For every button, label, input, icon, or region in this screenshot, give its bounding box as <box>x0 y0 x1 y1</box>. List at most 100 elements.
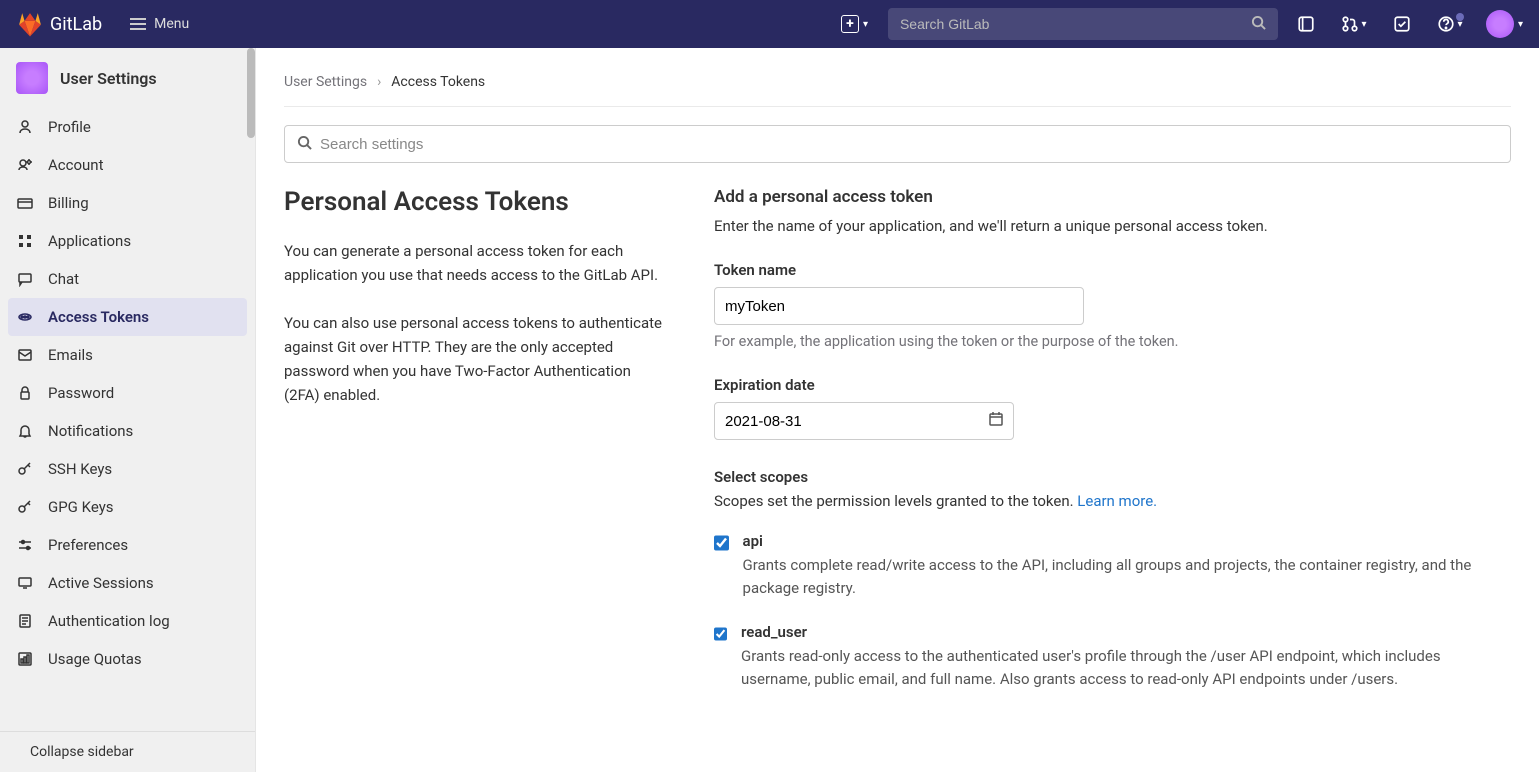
breadcrumb: User Settings › Access Tokens <box>284 68 1511 107</box>
page-intro-p2: You can also use personal access tokens … <box>284 311 664 407</box>
scope-checkbox-api[interactable] <box>714 535 729 551</box>
nav-label: GPG Keys <box>48 498 114 516</box>
key-icon <box>16 499 34 515</box>
sidebar: User Settings Profile Account Billing Ap… <box>0 48 256 772</box>
global-search-input[interactable] <box>900 16 1251 32</box>
todos-icon[interactable] <box>1382 15 1422 33</box>
profile-icon <box>16 119 34 135</box>
sidebar-header[interactable]: User Settings <box>0 48 255 108</box>
breadcrumb-current: Access Tokens <box>391 74 485 90</box>
sidebar-item-emails[interactable]: Emails <box>0 336 255 374</box>
token-name-label: Token name <box>714 261 1511 279</box>
nav-label: Authentication log <box>48 612 170 630</box>
plus-icon: + <box>841 15 859 33</box>
calendar-icon[interactable] <box>988 411 1004 431</box>
nav-label: Profile <box>48 118 91 136</box>
sidebar-item-gpg-keys[interactable]: GPG Keys <box>0 488 255 526</box>
monitor-icon <box>16 575 34 591</box>
nav-label: Emails <box>48 346 93 364</box>
sidebar-item-profile[interactable]: Profile <box>0 108 255 146</box>
settings-search-input[interactable] <box>320 136 1498 153</box>
create-new-button[interactable]: + ▾ <box>837 11 872 37</box>
nav-label: Preferences <box>48 536 128 554</box>
scope-row-read-user: read_user Grants read-only access to the… <box>714 623 1511 692</box>
chevron-right-icon: › <box>377 74 381 90</box>
chevron-down-icon: ▾ <box>863 19 868 30</box>
menu-button[interactable]: Menu <box>130 16 189 32</box>
lock-icon <box>16 385 34 401</box>
quota-icon <box>16 651 34 667</box>
chevron-down-icon: ▾ <box>1518 19 1523 30</box>
search-icon <box>297 135 312 154</box>
user-avatar <box>1486 10 1514 38</box>
expiration-date-input[interactable] <box>714 402 1014 440</box>
token-icon <box>16 309 34 325</box>
sidebar-item-usage-quotas[interactable]: Usage Quotas <box>0 640 255 678</box>
scope-row-api: api Grants complete read/write access to… <box>714 532 1511 601</box>
sidebar-item-password[interactable]: Password <box>0 374 255 412</box>
nav-label: Chat <box>48 270 79 288</box>
scope-desc: Grants read-only access to the authentic… <box>741 645 1511 692</box>
sidebar-item-preferences[interactable]: Preferences <box>0 526 255 564</box>
scope-name: read_user <box>741 623 1511 641</box>
scopes-desc: Scopes set the permission levels granted… <box>714 492 1511 510</box>
token-form: Add a personal access token Enter the na… <box>714 187 1511 691</box>
nav-label: Access Tokens <box>48 308 149 326</box>
settings-search[interactable] <box>284 125 1511 163</box>
account-icon <box>16 157 34 173</box>
nav-label: Notifications <box>48 422 133 440</box>
sidebar-item-billing[interactable]: Billing <box>0 184 255 222</box>
scopes-title: Select scopes <box>714 468 1511 486</box>
sidebar-item-applications[interactable]: Applications <box>0 222 255 260</box>
page-intro-p1: You can generate a personal access token… <box>284 239 664 287</box>
nav-label: Applications <box>48 232 131 250</box>
breadcrumb-root[interactable]: User Settings <box>284 74 367 90</box>
help-icon[interactable]: ▾ <box>1430 15 1470 33</box>
sidebar-item-chat[interactable]: Chat <box>0 260 255 298</box>
nav-label: Billing <box>48 194 89 212</box>
global-search[interactable] <box>888 8 1278 40</box>
notification-dot <box>1456 13 1464 21</box>
issues-nav-icon[interactable] <box>1286 15 1326 33</box>
token-name-help: For example, the application using the t… <box>714 333 1511 350</box>
user-menu[interactable]: ▾ <box>1486 10 1523 38</box>
nav-label: Active Sessions <box>48 574 154 592</box>
nav-label: Password <box>48 384 114 402</box>
scrollbar-thumb[interactable] <box>247 48 255 138</box>
nav-label: Usage Quotas <box>48 650 142 668</box>
merge-requests-icon[interactable]: ▾ <box>1334 15 1374 33</box>
hamburger-icon <box>130 18 146 30</box>
sidebar-item-active-sessions[interactable]: Active Sessions <box>0 564 255 602</box>
bell-icon <box>16 423 34 439</box>
scope-desc: Grants complete read/write access to the… <box>743 554 1511 601</box>
sidebar-item-notifications[interactable]: Notifications <box>0 412 255 450</box>
search-icon <box>1251 15 1266 34</box>
expiration-label: Expiration date <box>714 376 1511 394</box>
email-icon <box>16 347 34 363</box>
collapse-label: Collapse sidebar <box>30 744 134 760</box>
menu-label: Menu <box>154 16 189 32</box>
main-content: User Settings › Access Tokens Personal A… <box>256 48 1539 772</box>
scope-checkbox-read-user[interactable] <box>714 626 727 642</box>
gitlab-logo[interactable]: GitLab <box>16 10 102 38</box>
learn-more-link[interactable]: Learn more. <box>1077 492 1157 510</box>
log-icon <box>16 613 34 629</box>
token-name-input[interactable] <box>714 287 1084 325</box>
form-title: Add a personal access token <box>714 187 1511 207</box>
page-heading: Personal Access Tokens <box>284 187 664 217</box>
sidebar-item-ssh-keys[interactable]: SSH Keys <box>0 450 255 488</box>
sidebar-item-access-tokens[interactable]: Access Tokens <box>8 298 247 336</box>
sidebar-title: User Settings <box>60 69 157 88</box>
collapse-sidebar-button[interactable]: Collapse sidebar <box>0 731 255 772</box>
billing-icon <box>16 195 34 211</box>
sidebar-item-auth-log[interactable]: Authentication log <box>0 602 255 640</box>
sidebar-item-account[interactable]: Account <box>0 146 255 184</box>
scope-name: api <box>743 532 1511 550</box>
sliders-icon <box>16 537 34 553</box>
page-intro: Personal Access Tokens You can generate … <box>284 187 664 691</box>
nav-label: SSH Keys <box>48 460 112 478</box>
apps-icon <box>16 233 34 249</box>
user-avatar-square <box>16 62 48 94</box>
key-icon <box>16 461 34 477</box>
chevron-down-icon: ▾ <box>1361 19 1366 30</box>
